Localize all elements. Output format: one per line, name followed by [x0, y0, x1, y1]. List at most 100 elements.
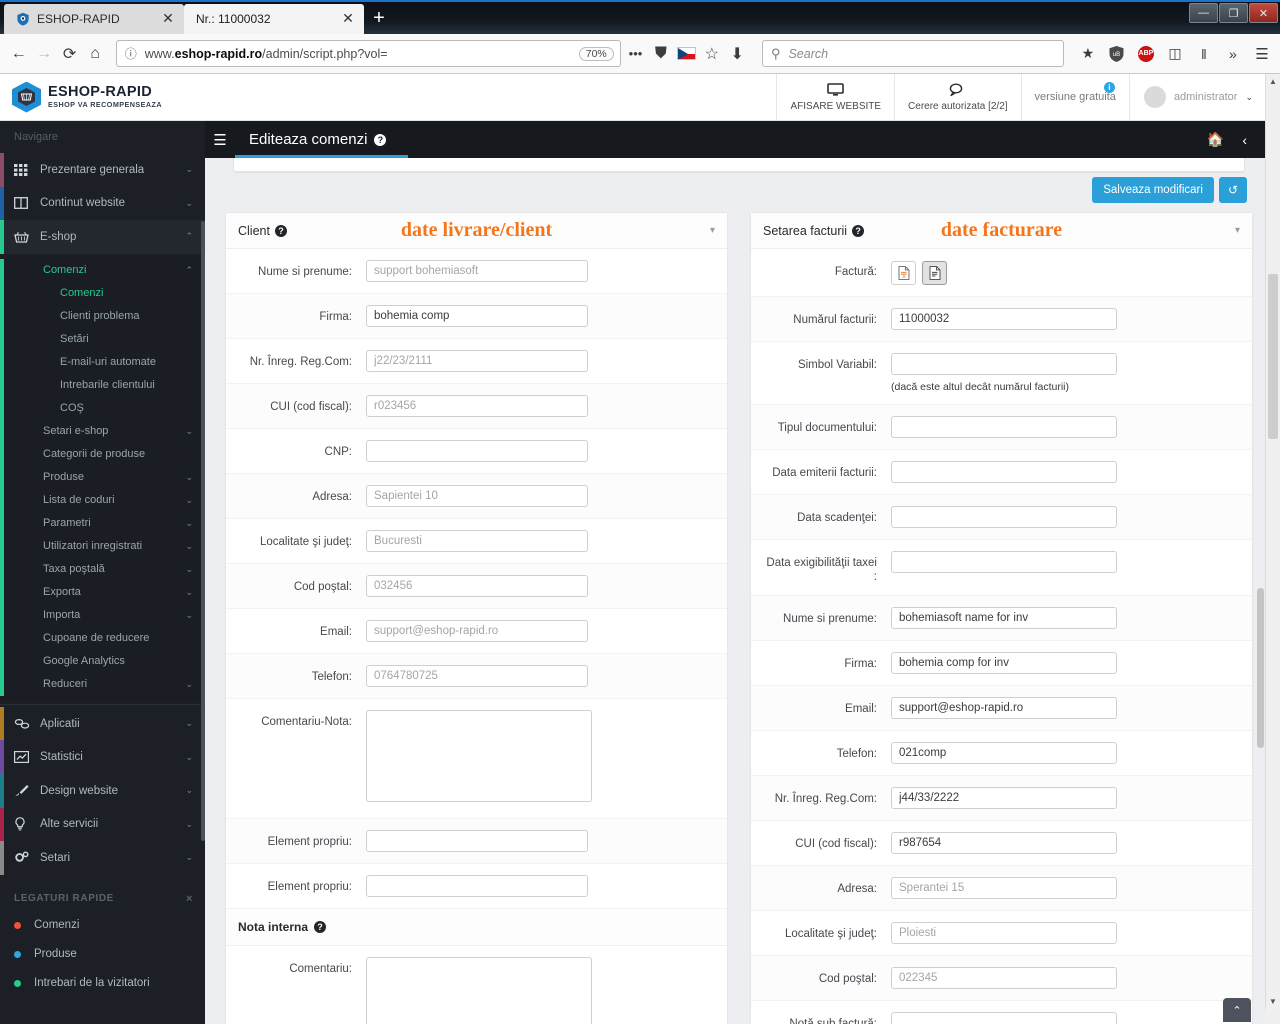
sidebar-item-design-website[interactable]: Design website ⌄: [0, 773, 205, 808]
home-button[interactable]: ⌂: [84, 39, 105, 69]
input-inv-cui[interactable]: [891, 832, 1117, 854]
page-scrollbar-thumb[interactable]: [1268, 274, 1278, 439]
sidebar-item-statistici[interactable]: Statistici ⌄: [0, 740, 205, 774]
sidebar-sub-comenzi-group[interactable]: Comenzi ⌃: [0, 258, 205, 282]
input-inv-localitate-judet[interactable]: [891, 922, 1117, 944]
app-logo[interactable]: ESHOP-RAPID ESHOP VA RECOMPENSEAZA: [0, 81, 162, 113]
sidebar-sub-parametri[interactable]: Parametri ⌄: [0, 511, 205, 535]
sidebar-sub-reduceri[interactable]: Reduceri ⌄: [0, 672, 205, 696]
sidebar-sub-google-analytics[interactable]: Google Analytics: [0, 649, 205, 673]
sidebar-sub-utilizatori-inregistrati[interactable]: Utilizatori inregistrati ⌄: [0, 534, 205, 558]
input-data-emiterii-facturii[interactable]: [891, 461, 1117, 483]
back-button[interactable]: ←: [8, 39, 29, 69]
quick-link-intrebari-vizitatori[interactable]: Intrebari de la vizitatori: [0, 969, 205, 998]
sidebar-sub-produse[interactable]: Produse ⌄: [0, 465, 205, 489]
sidebar-item-eshop[interactable]: E-shop ⌃: [0, 220, 205, 254]
app-menu-icon[interactable]: ☰: [1252, 44, 1272, 64]
close-icon[interactable]: ×: [186, 893, 193, 905]
input-inv-nr-inreg-reg-com[interactable]: [891, 787, 1117, 809]
sidebar-sub-cos[interactable]: COŞ: [0, 396, 205, 420]
pdf-file-icon-button[interactable]: A: [891, 261, 916, 285]
sidebar-item-alte-servicii[interactable]: Alte servicii ⌄: [0, 807, 205, 842]
save-button[interactable]: Salveaza modificari: [1092, 177, 1214, 203]
sidebar-item-aplicatii[interactable]: Aplicatii ⌄: [0, 706, 205, 741]
input-firma[interactable]: [366, 305, 588, 327]
browser-tab-2[interactable]: Nr.: 11000032 ✕: [184, 4, 364, 34]
collapse-caret-icon[interactable]: ▾: [710, 225, 715, 236]
minimize-button[interactable]: —: [1189, 3, 1218, 23]
input-nume-si-prenume[interactable]: [366, 260, 588, 282]
input-nr-inreg-reg-com[interactable]: [366, 350, 588, 372]
input-inv-nume-si-prenume[interactable]: [891, 607, 1117, 629]
input-numarul-facturii[interactable]: [891, 308, 1117, 330]
input-data-scadentei[interactable]: [891, 506, 1117, 528]
zoom-level-badge[interactable]: 70%: [578, 46, 614, 61]
ublock-shield-icon[interactable]: uB: [1107, 44, 1127, 64]
input-localitate-judet[interactable]: [366, 530, 588, 552]
maximize-button[interactable]: ❐: [1219, 3, 1248, 23]
input-tipul-documentului[interactable]: [891, 416, 1117, 438]
reset-button[interactable]: ↺: [1218, 177, 1247, 203]
page-actions-icon[interactable]: •••: [625, 39, 646, 69]
scroll-down-arrow-icon[interactable]: ▼: [1266, 994, 1280, 1009]
app-scrollbar-thumb[interactable]: [1257, 588, 1264, 748]
input-inv-firma[interactable]: [891, 652, 1117, 674]
show-website-button[interactable]: AFISARE WEBSITE: [776, 74, 894, 121]
sidebar-scrollbar[interactable]: [201, 221, 205, 841]
textarea-nota-sub-factura[interactable]: [891, 1012, 1117, 1024]
language-flag-icon[interactable]: [676, 39, 697, 69]
browser-tab-1[interactable]: ESHOP-RAPID ✕: [4, 4, 184, 34]
sidebar-item-continut-website[interactable]: Continut website ⌄: [0, 186, 205, 221]
help-icon[interactable]: ?: [374, 133, 387, 146]
overflow-menu-icon[interactable]: »: [1223, 44, 1243, 64]
tracking-shield-icon[interactable]: ⛊: [650, 39, 671, 69]
sidebar-sub-setari-eshop[interactable]: Setari e-shop ⌄: [0, 419, 205, 443]
address-bar[interactable]: ⓘ www.eshop-rapid.ro/admin/script.php?vo…: [115, 40, 621, 67]
tab-close-icon[interactable]: ✕: [340, 11, 356, 27]
sidebar-item-prezentare-generala[interactable]: Prezentare generala ⌄: [0, 153, 205, 187]
input-cnp[interactable]: [366, 440, 588, 462]
bookmark-star-icon[interactable]: ☆: [701, 39, 722, 69]
input-inv-adresa[interactable]: [891, 877, 1117, 899]
input-telefon[interactable]: [366, 665, 588, 687]
input-inv-email[interactable]: [891, 697, 1117, 719]
downloads-icon[interactable]: ⬇: [727, 39, 748, 69]
adblock-plus-icon[interactable]: ABP: [1136, 44, 1156, 64]
quick-link-produse[interactable]: Produse: [0, 940, 205, 969]
sidebar-sub-cupoane-de-reducere[interactable]: Cupoane de reducere: [0, 626, 205, 650]
version-info[interactable]: i versiune gratuita: [1020, 74, 1129, 121]
close-window-button[interactable]: ✕: [1249, 3, 1278, 23]
textarea-comentariu-nota[interactable]: [366, 710, 592, 802]
help-icon[interactable]: ?: [852, 224, 865, 237]
home-icon[interactable]: 🏠: [1207, 131, 1224, 148]
sidebar-item-setari[interactable]: Setari ⌄: [0, 841, 205, 875]
quick-link-comenzi[interactable]: Comenzi: [0, 911, 205, 940]
back-chevron-icon[interactable]: ‹: [1242, 132, 1247, 148]
input-element-propriu-2[interactable]: [366, 875, 588, 897]
page-scrollbar[interactable]: ▲ ▼: [1265, 74, 1280, 1024]
input-adresa[interactable]: [366, 485, 588, 507]
input-data-exigibilitatii-taxei[interactable]: [891, 551, 1117, 573]
sidebar-sub-categorii-de-produse[interactable]: Categorii de produse: [0, 442, 205, 466]
collapse-caret-icon[interactable]: ▾: [1235, 225, 1240, 236]
app-scrollbar[interactable]: [1256, 158, 1265, 1024]
sidebar-sub-lista-de-coduri[interactable]: Lista de coduri ⌄: [0, 488, 205, 512]
scroll-up-arrow-icon[interactable]: ▲: [1266, 74, 1280, 89]
input-element-propriu-1[interactable]: [366, 830, 588, 852]
input-inv-cod-postal[interactable]: [891, 967, 1117, 989]
input-inv-telefon[interactable]: [891, 742, 1117, 764]
tab-close-icon[interactable]: ✕: [160, 11, 176, 27]
textarea-comentariu-intern[interactable]: [366, 957, 592, 1024]
library-icon[interactable]: ‖: [1194, 44, 1214, 64]
document-file-icon-button[interactable]: [922, 261, 947, 285]
user-menu[interactable]: administrator ⌄: [1128, 74, 1265, 121]
scroll-to-top-button[interactable]: ⌃: [1223, 998, 1251, 1022]
input-simbol-variabil[interactable]: [891, 353, 1117, 375]
sidebar-toggle-icon[interactable]: ◫: [1165, 44, 1185, 64]
sidebar-toggle-button[interactable]: ☰: [205, 121, 235, 158]
sidebar-sub-importa[interactable]: Importa ⌄: [0, 603, 205, 627]
sidebar-sub-clienti-problema[interactable]: Clienti problema: [0, 304, 205, 328]
sidebar-sub-intrebarile-clientului[interactable]: Intrebarile clientului: [0, 373, 205, 397]
help-icon[interactable]: ?: [274, 224, 287, 237]
input-cod-postal[interactable]: [366, 575, 588, 597]
